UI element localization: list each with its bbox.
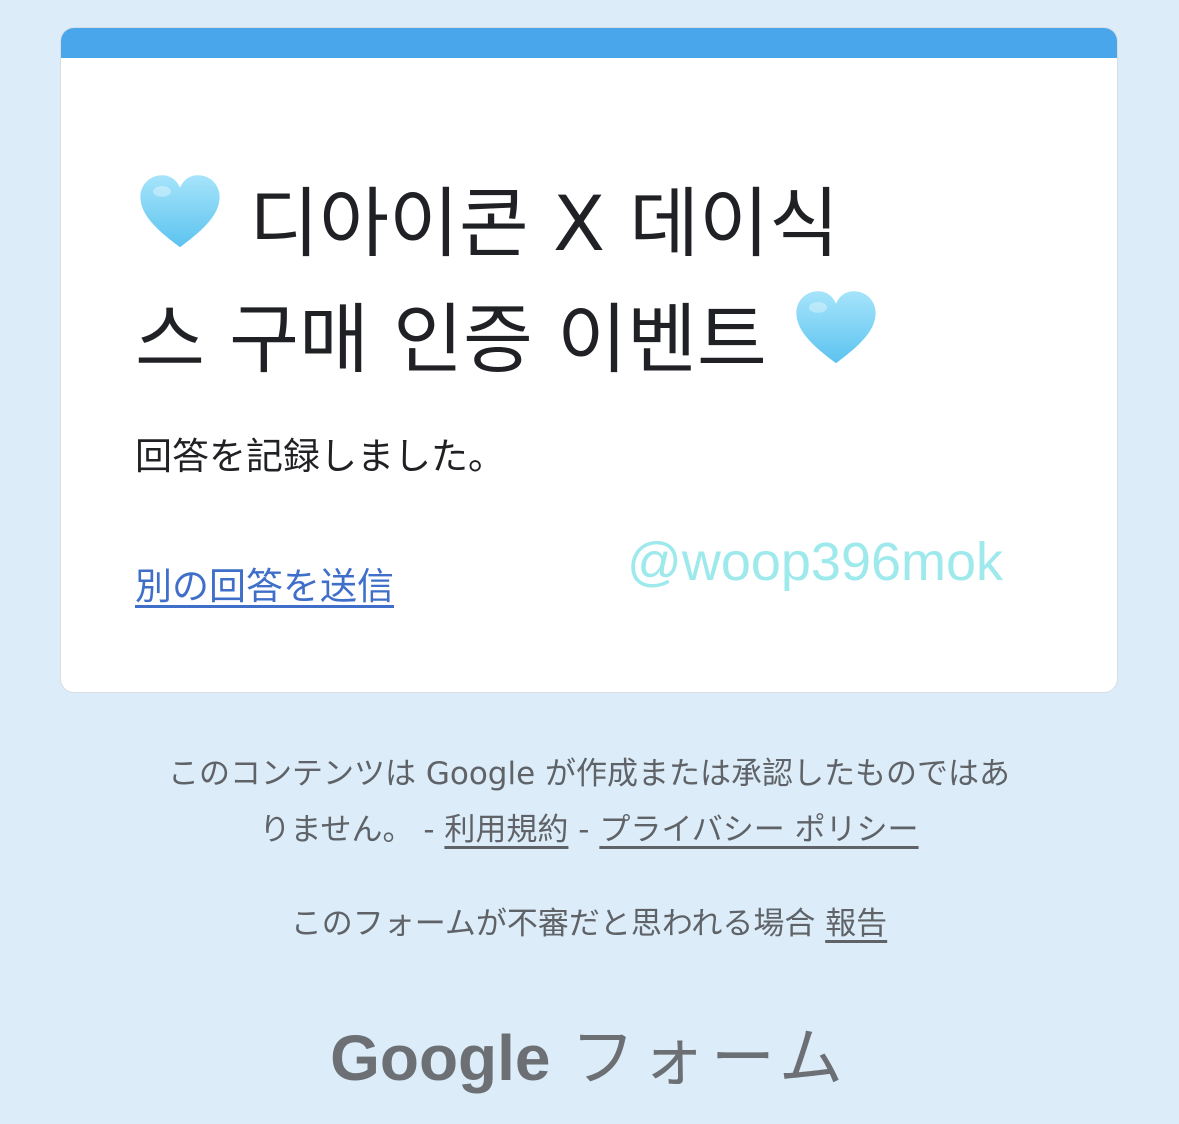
footer-separator: - [578, 812, 590, 848]
title-line-1: 디아이콘 X 데이식 [249, 179, 839, 268]
google-forms-logo[interactable]: Google フォーム [0, 1018, 1179, 1099]
watermark-text: @woop396mok [627, 532, 1004, 592]
terms-of-service-link[interactable]: 利用規約 [444, 812, 568, 848]
privacy-policy-link[interactable]: プライバシー ポリシー [599, 812, 918, 848]
card-accent-bar [61, 28, 1117, 58]
form-card: 디아이콘 X 데이식 스 구매 인증 이벤트 回答を記録しました。 @woop3… [60, 27, 1118, 693]
confirmation-message: 回答を記録しました。 [135, 435, 505, 478]
form-title: 디아이콘 X 데이식 스 구매 인증 이벤트 [135, 166, 1065, 398]
google-wordmark: Google [330, 1022, 551, 1094]
report-text: このフォームが不審だと思われる場合 [290, 906, 816, 942]
forms-wordmark: フォーム [570, 1022, 849, 1096]
disclaimer-text: このコンテンツは Google が作成または承認したものではあ [167, 756, 1011, 792]
title-line-2: 스 구매 인증 이벤트 [135, 295, 767, 384]
report-link[interactable]: 報告 [825, 906, 887, 942]
light-blue-heart-icon [135, 168, 225, 258]
footer-report: このフォームが不審だと思われる場合 報告 [60, 896, 1118, 952]
submit-another-response-link[interactable]: 別の回答を送信 [135, 562, 394, 612]
light-blue-heart-icon [791, 284, 881, 374]
footer-disclaimer: このコンテンツは Google が作成または承認したものではあ りません。 - … [60, 746, 1118, 858]
disclaimer-text-end: りません。 - [259, 812, 435, 848]
